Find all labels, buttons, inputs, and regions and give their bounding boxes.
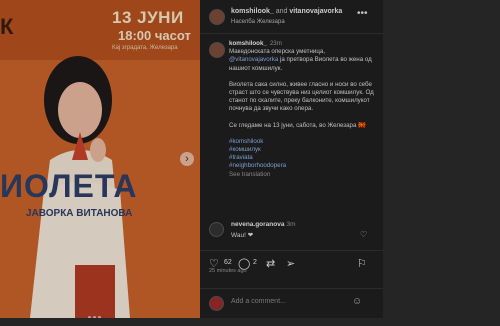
hashtag[interactable]: #komshilook [229,138,379,146]
comment-count: 2 [253,259,257,266]
hashtag[interactable]: #neighborhoodopera [229,162,379,170]
carousel-dots [88,306,118,318]
like-count[interactable]: 62 [224,259,232,266]
post-authors: komshilook_ and vitanovajavorka [231,8,342,15]
caption-time: 23m [269,40,282,47]
commenter-avatar[interactable] [209,222,224,237]
caption-line-1: Македонската оперска уметница, [229,48,326,56]
more-icon[interactable]: ••• [357,8,368,19]
author-username[interactable]: komshilook_ [231,8,274,15]
poster-title: ИОЛЕТА [0,168,138,204]
caption-username[interactable]: komshilook_ [229,40,267,47]
caption-mention[interactable]: @vitanovajavorka [229,56,278,63]
hashtag[interactable]: #комшилук [229,146,379,154]
post-time-ago: 25 minutes ago [209,268,247,274]
comment-text: Wau! ❤ [231,232,254,239]
bookmark-icon[interactable]: ⚐ [357,257,367,270]
caption-body: komshilook_ 23m Македонската оперска умет… [229,40,379,179]
commenter: nevena.goranova 3m [231,221,296,228]
post-side-panel: komshilook_ and vitanovajavorka Населба … [200,0,383,318]
share-icon[interactable]: ➢ [286,257,295,270]
post-image: К 13 ЈУНИ 18:00 часот Кај зградата, Желе… [0,0,200,318]
add-comment-bar: Add a comment... ☺ [200,288,383,318]
hashtag[interactable]: #traviata [229,154,379,162]
comment-time: 3m [286,221,296,228]
caption-hashtags: #komshilook #комшилук #traviata #neighbo… [229,138,379,171]
add-comment-input[interactable]: Add a comment... [231,298,286,305]
caption-paragraph-2: Виолета сака силно, живее гласно и носи … [229,80,374,113]
coauthor-username[interactable]: vitanovajavorka [289,8,342,15]
comment-like-heart-icon[interactable]: ♡ [360,230,367,239]
see-translation-link[interactable]: See translation [229,171,379,179]
commenter-username[interactable]: nevena.goranova [231,221,284,228]
caption-avatar[interactable] [209,42,225,58]
poster-author: ЈАВОРКА ВИТАНОВА [26,208,133,219]
post-location[interactable]: Населба Железара [231,19,285,25]
chevron-right-icon[interactable]: › [180,152,194,166]
current-user-avatar [209,296,224,311]
and-text: and [275,8,288,15]
post-header: komshilook_ and vitanovajavorka Населба … [200,0,383,34]
repost-icon[interactable]: ⇄ [266,257,275,270]
caption-paragraph-3: Се гледаме на 13 јуни, сабота, во Железа… [229,121,366,129]
author-avatar[interactable] [209,9,225,25]
emoji-icon[interactable]: ☺ [352,296,362,307]
poster-date: 13 ЈУНИ [112,8,184,27]
poster-corner-letter: К [0,14,14,39]
